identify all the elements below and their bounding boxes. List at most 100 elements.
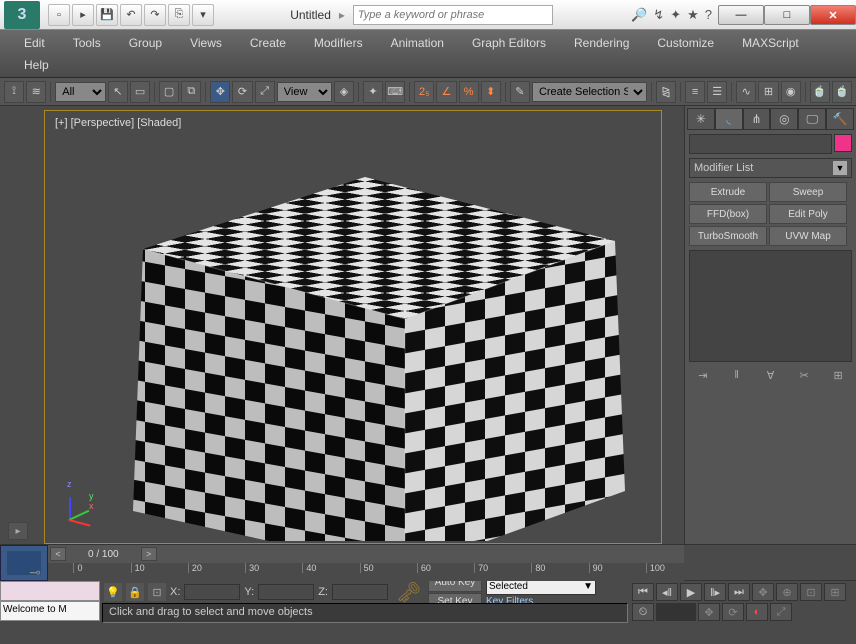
configure-sets-icon[interactable]: ⊞ [829,366,847,384]
rect-select-icon[interactable]: ▢ [159,81,179,103]
selection-filter-combo[interactable]: All [55,82,106,102]
frame-field[interactable] [656,603,696,621]
mirror-icon[interactable]: ⧎ [656,81,676,103]
y-input[interactable] [258,584,314,600]
window-crossing-icon[interactable]: ⧉ [181,81,201,103]
close-button[interactable]: ✕ [810,5,856,25]
undo-icon[interactable]: ↶ [120,4,142,26]
modifier-extrude[interactable]: Extrude [689,182,767,202]
nav2-icon[interactable]: ⊕ [776,583,798,601]
nav4-icon[interactable]: ⊞ [824,583,846,601]
select-name-icon[interactable]: ▭ [130,81,150,103]
curve-editor-icon[interactable]: ∿ [736,81,756,103]
menu-tools[interactable]: Tools [59,33,115,53]
pivot-icon[interactable]: ◈ [334,81,354,103]
modifier-ffdbox[interactable]: FFD(box) [689,204,767,224]
perspective-viewport[interactable]: [+] [Perspective] [Shaded] [44,110,662,544]
menu-animation[interactable]: Animation [377,33,458,53]
cube-object[interactable] [85,131,645,541]
menu-group[interactable]: Group [115,33,176,53]
next-frame-button[interactable]: > [141,547,157,561]
object-name-input[interactable] [689,134,832,154]
goto-start-icon[interactable]: ⏮ [632,583,654,601]
timeline-key-icon[interactable]: ⊸ [24,563,46,581]
spinner-snap-icon[interactable]: ⬍ [481,81,501,103]
keyboard-shortcut-icon[interactable]: ⌨ [385,81,405,103]
expand-trackbar-button[interactable]: ▸ [8,522,28,540]
binoculars-icon[interactable]: 🔎 [631,7,647,23]
nav7-icon[interactable]: ◐ [746,603,768,621]
nav6-icon[interactable]: ⟳ [722,603,744,621]
schematic-icon[interactable]: ⊞ [758,81,778,103]
timeline-ruler[interactable]: ⊸ 0 10 20 30 40 50 60 70 80 90 100 [48,563,684,581]
prev-frame-button[interactable]: < [50,547,66,561]
nav3-icon[interactable]: ⊡ [800,583,822,601]
align-icon[interactable]: ≡ [685,81,705,103]
goto-end-icon[interactable]: ⏭ [728,583,750,601]
named-set-icon[interactable]: ✎ [510,81,530,103]
rotate-icon[interactable]: ⟳ [232,81,252,103]
prev-key-icon[interactable]: ◂‖ [656,583,678,601]
motion-tab-icon[interactable]: ◎ [770,108,798,130]
move-icon[interactable]: ✥ [210,81,230,103]
make-unique-icon[interactable]: ∀ [761,366,779,384]
next-key-icon[interactable]: ‖▸ [704,583,726,601]
display-tab-icon[interactable]: 🖵 [798,108,826,130]
menu-views[interactable]: Views [176,33,236,53]
script-mini-listener[interactable] [0,581,100,601]
modify-tab-icon[interactable]: ◟ [715,108,743,130]
create-tab-icon[interactable]: ✳ [687,108,715,130]
modifier-editpoly[interactable]: Edit Poly [769,204,847,224]
utilities-tab-icon[interactable]: 🔨 [826,108,854,130]
hierarchy-tab-icon[interactable]: ⋔ [743,108,771,130]
frame-scrub-bar[interactable]: < 0 / 100 > [48,545,684,563]
menu-help[interactable]: Help [10,55,63,75]
render-setup-icon[interactable]: 🍵 [810,81,830,103]
time-config-icon[interactable]: ⏲ [632,603,654,621]
menu-graph-editors[interactable]: Graph Editors [458,33,560,53]
unlink-tool-icon[interactable]: ≋ [26,81,46,103]
lock-selection-icon[interactable]: 💡 [104,583,122,601]
communication-icon[interactable]: ↯ [653,7,664,23]
manipulate-icon[interactable]: ✦ [363,81,383,103]
show-end-result-icon[interactable]: ‖ [728,366,746,384]
menu-edit[interactable]: Edit [10,33,59,53]
maximize-button[interactable]: □ [764,5,810,25]
material-editor-icon[interactable]: ◉ [781,81,801,103]
menu-rendering[interactable]: Rendering [560,33,643,53]
named-selection-combo[interactable]: Create Selection Se [532,82,647,102]
nav8-icon[interactable]: ⤢ [770,603,792,621]
help-icon[interactable]: ? [705,7,712,23]
menu-customize[interactable]: Customize [643,33,728,53]
snap-icon[interactable]: 2₅ [414,81,434,103]
menu-maxscript[interactable]: MAXScript [728,33,813,53]
large-key-icon[interactable]: 🗝 [396,580,420,604]
pin-stack-icon[interactable]: ⇥ [694,366,712,384]
tools-icon[interactable]: ✦ [670,7,681,23]
ref-coord-combo[interactable]: View [277,82,332,102]
isolate-icon[interactable]: ⊡ [148,583,166,601]
menu-create[interactable]: Create [236,33,300,53]
modifier-uvwmap[interactable]: UVW Map [769,226,847,246]
z-input[interactable] [332,584,388,600]
modifier-stack[interactable] [689,250,852,362]
modifier-turbosmooth[interactable]: TurboSmooth [689,226,767,246]
object-color-swatch[interactable] [834,134,852,152]
remove-modifier-icon[interactable]: ✂ [795,366,813,384]
select-icon[interactable]: ↖ [108,81,128,103]
open-icon[interactable]: ▸ [72,4,94,26]
percent-snap-icon[interactable]: % [459,81,479,103]
nav5-icon[interactable]: ✥ [698,603,720,621]
minimize-button[interactable]: — [718,5,764,25]
link-tool-icon[interactable]: ⟟ [4,81,24,103]
lock-icon[interactable]: 🔒 [126,583,144,601]
nav1-icon[interactable]: ✥ [752,583,774,601]
redo-icon[interactable]: ↷ [144,4,166,26]
new-icon[interactable]: ▫ [48,4,70,26]
favorites-icon[interactable]: ★ [687,7,699,23]
play-icon[interactable]: ▶ [680,583,702,601]
modifier-sweep[interactable]: Sweep [769,182,847,202]
more-icon[interactable]: ▾ [192,4,214,26]
search-input[interactable] [353,5,553,25]
render-icon[interactable]: 🍵 [832,81,852,103]
